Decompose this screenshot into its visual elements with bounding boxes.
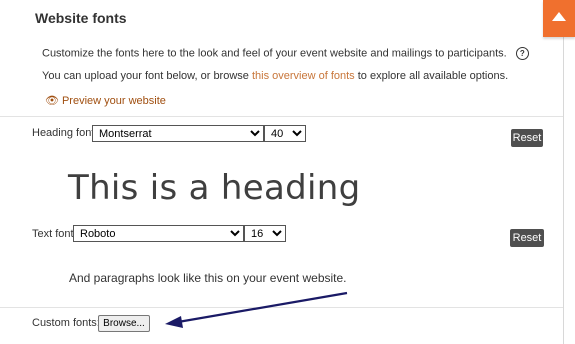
description-line-2: You can upload your font below, or brows…: [42, 70, 508, 82]
text-reset-button[interactable]: Reset: [510, 229, 544, 247]
scroll-top-button[interactable]: [543, 0, 575, 37]
caret-up-icon: [552, 12, 566, 21]
section-title: Website fonts: [35, 10, 127, 26]
preview-website-link[interactable]: 👁 Preview your website: [45, 94, 166, 107]
divider: [0, 307, 563, 308]
heading-font-label: Heading font:: [32, 127, 98, 139]
description-suffix: to explore all available options.: [354, 70, 509, 82]
description-text: Customize the fonts here to the look and…: [42, 47, 507, 60]
heading-reset-button[interactable]: Reset: [511, 129, 543, 147]
help-icon[interactable]: ?: [515, 47, 529, 60]
preview-label: Preview your website: [61, 95, 166, 107]
heading-font-select[interactable]: Montserrat: [92, 125, 264, 142]
website-fonts-panel: Website fonts Customize the fonts here t…: [0, 0, 564, 344]
text-font-select[interactable]: Roboto: [73, 225, 244, 242]
divider: [0, 116, 563, 117]
fonts-overview-link[interactable]: this overview of fonts: [252, 70, 355, 82]
description-prefix: You can upload your font below, or brows…: [42, 70, 252, 82]
text-size-select[interactable]: 16: [244, 225, 286, 242]
heading-sample-text: This is a heading: [68, 168, 361, 208]
text-font-label: Text font:: [32, 228, 77, 240]
eye-icon: 👁: [45, 95, 59, 107]
description-line-1: Customize the fonts here to the look and…: [42, 47, 529, 60]
custom-fonts-label: Custom fonts:: [32, 317, 100, 329]
paragraph-sample-text: And paragraphs look like this on your ev…: [69, 271, 347, 285]
browse-button[interactable]: Browse...: [98, 315, 150, 332]
heading-size-select[interactable]: 40: [264, 125, 306, 142]
